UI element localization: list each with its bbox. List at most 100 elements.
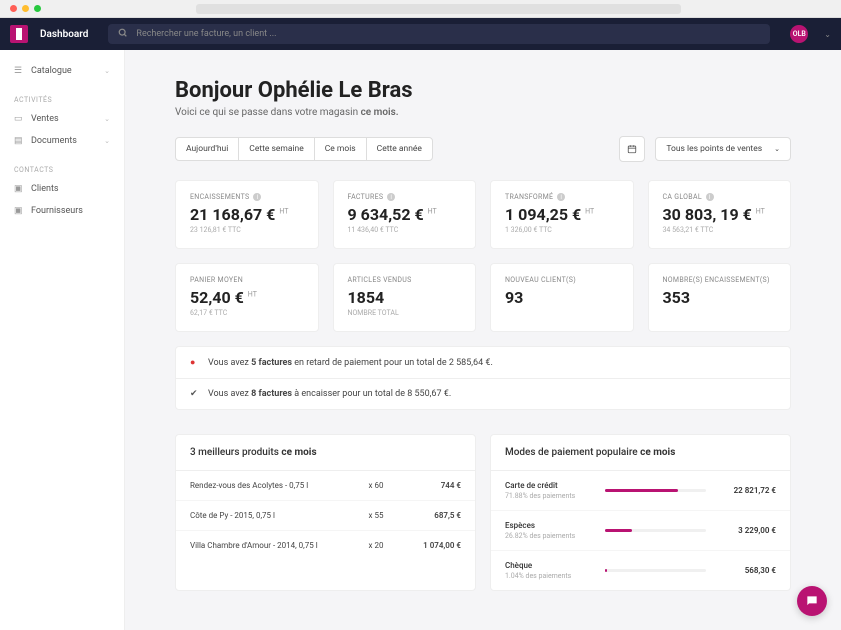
payment-bar	[605, 489, 706, 492]
metric-card: ARTICLES VENDUS 1854 NOMBRE TOTAL	[333, 263, 477, 332]
product-row[interactable]: Rendez-vous des Acolytes - 0,75 lx 60744…	[176, 471, 475, 501]
metric-value: 52,40 € HT	[190, 288, 304, 307]
payment-bar	[605, 529, 706, 532]
info-icon[interactable]: i	[557, 193, 565, 201]
sidebar: ☰Catalogue ⌄ ACTIVITÉS ▭Ventes ⌄ ▤Docume…	[0, 50, 125, 630]
browser-chrome	[0, 0, 841, 18]
search-input[interactable]	[136, 29, 760, 39]
alert-text: Vous avez 5 factures en retard de paieme…	[208, 358, 493, 368]
payment-row: Carte de crédit71.88% des paiements22 82…	[491, 471, 790, 511]
pos-dropdown[interactable]: Tous les points de ventes ⌄	[655, 137, 791, 161]
filter-row: Aujourd'hui Cette semaine Ce mois Cette …	[175, 136, 791, 162]
window-close-icon[interactable]	[10, 5, 17, 12]
filter-week[interactable]: Cette semaine	[239, 138, 314, 160]
metric-card: FACTURESi9 634,52 € HT11 436,40 € TTC	[333, 180, 477, 249]
chevron-down-icon[interactable]: ⌄	[824, 30, 831, 39]
metric-sub: 11 436,40 € TTC	[348, 226, 462, 234]
alert-late-invoices[interactable]: ● Vous avez 5 factures en retard de paie…	[176, 347, 790, 379]
sidebar-section-activites: ACTIVITÉS	[0, 82, 124, 108]
product-value: 744 €	[401, 481, 461, 490]
metric-label: NOUVEAU CLIENT(S)	[505, 276, 619, 284]
product-value: 687,5 €	[401, 511, 461, 520]
documents-icon: ▤	[14, 136, 24, 146]
catalogue-icon: ☰	[14, 66, 24, 76]
metrics-row-2: PANIER MOYEN 52,40 € HT 62,17 € TTC ARTICLE…	[175, 263, 791, 332]
period-toggle: Aujourd'hui Cette semaine Ce mois Cette …	[175, 137, 433, 161]
panels-row: 3 meilleurs produits ce mois Rendez-vous…	[175, 434, 791, 591]
sidebar-section-contacts: CONTACTS	[0, 152, 124, 178]
product-row[interactable]: Côte de Py - 2015, 0,75 lx 55687,5 €	[176, 501, 475, 531]
payment-pct: 1.04% des paiements	[505, 572, 595, 580]
metric-card: CA GLOBALi 30 803, 19 € HT 34 563,21 € TTC	[648, 180, 792, 249]
window-max-icon[interactable]	[34, 5, 41, 12]
url-bar[interactable]	[196, 4, 681, 14]
product-qty: x 20	[351, 541, 401, 550]
sidebar-item-ventes[interactable]: ▭Ventes ⌄	[0, 108, 124, 130]
filter-month[interactable]: Ce mois	[315, 138, 367, 160]
metric-card: ENCAISSEMENTSi 21 168,67 € HT 23 126,81 € …	[175, 180, 319, 249]
metric-label: CA GLOBALi	[663, 193, 777, 201]
sidebar-item-label: Documents	[31, 136, 77, 146]
chat-button[interactable]	[797, 586, 827, 616]
info-icon[interactable]: i	[387, 193, 395, 201]
window-min-icon[interactable]	[22, 5, 29, 12]
calendar-icon	[627, 144, 637, 154]
payment-bar	[605, 569, 706, 572]
app-logo[interactable]	[10, 25, 28, 43]
calendar-button[interactable]	[619, 136, 645, 162]
topbar: Dashboard OLB ⌄	[0, 18, 841, 50]
product-qty: x 55	[351, 511, 401, 520]
metric-card: NOMBRE(S) ENCAISSEMENT(S)353	[648, 263, 792, 332]
metric-card: TRANSFORMÉi1 094,25 € HT1 326,00 € TTC	[490, 180, 634, 249]
search-icon	[118, 28, 128, 41]
sidebar-item-clients[interactable]: ▣Clients	[0, 178, 124, 200]
metric-sub: NOMBRE TOTAL	[348, 309, 462, 317]
alert-due-invoices[interactable]: ✔ Vous avez 8 factures à encaisser pour …	[176, 379, 790, 409]
sidebar-item-fournisseurs[interactable]: ▣Fournisseurs	[0, 200, 124, 222]
sidebar-item-label: Clients	[31, 184, 59, 194]
sidebar-item-documents[interactable]: ▤ Documents ⌄	[0, 130, 124, 152]
main-content: Bonjour Ophélie Le Bras Voici ce qui se …	[125, 50, 841, 630]
metric-label: PANIER MOYEN	[190, 276, 304, 284]
payment-name: Espèces	[505, 521, 595, 530]
metric-sub: 34 563,21 € TTC	[663, 226, 777, 234]
page-subtitle: Voici ce qui se passe dans votre magasin…	[175, 107, 791, 118]
info-icon[interactable]: i	[253, 193, 261, 201]
sales-icon: ▭	[14, 114, 24, 124]
metrics-row-1: ENCAISSEMENTSi 21 168,67 € HT 23 126,81 € …	[175, 180, 791, 249]
user-avatar[interactable]: OLB	[790, 25, 808, 43]
metric-label: FACTURESi	[348, 193, 462, 201]
payment-pct: 26.82% des paiements	[505, 532, 595, 540]
info-icon[interactable]: i	[706, 193, 714, 201]
metric-value: 353	[663, 288, 777, 307]
sidebar-item-catalogue[interactable]: ☰Catalogue ⌄	[0, 60, 124, 82]
product-row[interactable]: Villa Chambre d'Amour - 2014, 0,75 lx 20…	[176, 531, 475, 560]
product-name: Rendez-vous des Acolytes - 0,75 l	[190, 481, 351, 490]
payment-name: Chèque	[505, 561, 595, 570]
panel-header: 3 meilleurs produits ce mois	[176, 435, 475, 471]
payment-row: Chèque1.04% des paiements568,30 €	[491, 551, 790, 590]
metric-value: 30 803, 19 € HT	[663, 205, 777, 224]
sidebar-item-label: Ventes	[31, 114, 59, 124]
check-icon: ✔	[190, 389, 200, 399]
page-title: Bonjour Ophélie Le Bras	[175, 78, 791, 103]
chevron-down-icon: ⌄	[104, 137, 110, 145]
brand-name: Dashboard	[40, 29, 88, 40]
sidebar-item-label: Catalogue	[31, 66, 72, 76]
metric-label: ENCAISSEMENTSi	[190, 193, 304, 201]
product-name: Côte de Py - 2015, 0,75 l	[190, 511, 351, 520]
metric-card: PANIER MOYEN 52,40 € HT 62,17 € TTC	[175, 263, 319, 332]
product-name: Villa Chambre d'Amour - 2014, 0,75 l	[190, 541, 351, 550]
metric-label: ARTICLES VENDUS	[348, 276, 462, 284]
metric-value: 1854	[348, 288, 462, 307]
top-products-panel: 3 meilleurs produits ce mois Rendez-vous…	[175, 434, 476, 591]
filter-year[interactable]: Cette année	[367, 138, 432, 160]
search-box[interactable]	[108, 24, 770, 44]
payment-row: Espèces26.82% des paiements3 229,00 €	[491, 511, 790, 551]
metric-sub: 23 126,81 € TTC	[190, 226, 304, 234]
metric-sub: 62,17 € TTC	[190, 309, 304, 317]
filter-today[interactable]: Aujourd'hui	[176, 138, 239, 160]
payment-pct: 71.88% des paiements	[505, 492, 595, 500]
metric-value: 21 168,67 € HT	[190, 205, 304, 224]
metric-value: 1 094,25 € HT	[505, 205, 619, 224]
